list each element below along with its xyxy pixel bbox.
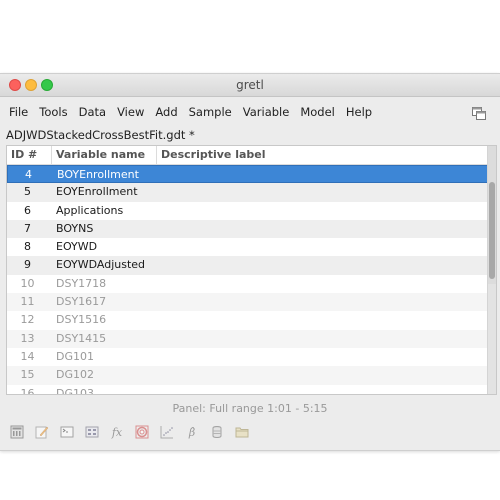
menu-add[interactable]: Add xyxy=(155,105,177,119)
variable-name: DG102 xyxy=(56,368,94,382)
dataset-filename: ADJWDStackedCrossBestFit.gdt * xyxy=(6,128,195,142)
database-icon[interactable] xyxy=(209,424,225,440)
sample-range-status: Panel: Full range 1:01 - 5:15 xyxy=(172,402,328,415)
variable-name: EOYEnrollment xyxy=(56,185,138,199)
table-row[interactable]: 13 DSY1415 xyxy=(7,329,488,348)
table-row[interactable]: 10 DSY1718 xyxy=(7,274,488,294)
menu-file[interactable]: File xyxy=(9,105,28,119)
menu-model[interactable]: Model xyxy=(300,105,335,119)
menu-sample[interactable]: Sample xyxy=(189,105,232,119)
calculator-icon[interactable] xyxy=(9,424,25,440)
variable-id: 11 xyxy=(20,295,35,309)
table-row[interactable]: 6 Applications xyxy=(7,201,488,220)
table-header: ID # Variable name Descriptive label xyxy=(7,146,496,165)
table-row[interactable]: 7 BOYNS xyxy=(7,219,488,239)
variable-name: DSY1516 xyxy=(56,313,107,327)
variable-id: 9 xyxy=(24,258,31,272)
column-header-descriptive-label[interactable]: Descriptive label xyxy=(157,146,496,164)
menu-bar: File Tools Data View Add Sample Variable… xyxy=(0,97,500,127)
variable-name: BOYEnrollment xyxy=(57,168,139,181)
variable-name: BOYNS xyxy=(56,221,94,235)
variable-id: 10 xyxy=(20,276,35,290)
variable-id: 5 xyxy=(24,185,31,199)
variable-name: Applications xyxy=(56,203,124,217)
windows-list-icon[interactable] xyxy=(472,105,486,120)
table-row[interactable]: 9 EOYWDAdjusted xyxy=(7,256,488,275)
variable-name: DSY1718 xyxy=(56,276,107,290)
variable-name: DG103 xyxy=(56,386,94,395)
table-row[interactable]: 4 BOYEnrollment xyxy=(7,165,488,184)
table-row[interactable]: 11 DSY1617 xyxy=(7,293,488,312)
scatter-plot-icon[interactable] xyxy=(159,424,175,440)
table-row[interactable]: 12 DSY1516 xyxy=(7,311,488,330)
beta-hat-icon[interactable]: β̂ xyxy=(184,424,200,440)
menu-tools[interactable]: Tools xyxy=(39,105,67,119)
window-title: gretl xyxy=(236,78,264,92)
variable-id: 13 xyxy=(20,331,35,345)
variable-name: DSY1617 xyxy=(56,295,107,309)
table-row[interactable]: 15 DG102 xyxy=(7,366,488,385)
menu-help[interactable]: Help xyxy=(346,105,372,119)
variable-id: 4 xyxy=(25,168,32,181)
variable-id: 6 xyxy=(24,203,31,217)
gretl-main-window: gretl File Tools Data View Add Sample Va… xyxy=(0,73,500,451)
column-header-variable-name[interactable]: Variable name xyxy=(52,146,157,164)
menu-variable[interactable]: Variable xyxy=(243,105,290,119)
variable-name: EOYWD xyxy=(56,240,98,254)
variable-id: 15 xyxy=(20,368,35,382)
table-row[interactable]: 14 DG101 xyxy=(7,347,488,367)
table-row[interactable]: 16 DG103 xyxy=(7,384,488,395)
column-header-id[interactable]: ID # xyxy=(7,146,52,164)
variable-name: EOYWDAdjusted xyxy=(56,258,146,272)
help-icon[interactable] xyxy=(134,424,150,440)
table-body: 4 BOYEnrollment 5 EOYEnrollment 6 Application… xyxy=(7,165,496,395)
terminal-icon[interactable] xyxy=(59,424,75,440)
scrollbar-thumb[interactable] xyxy=(489,182,495,279)
edit-icon[interactable] xyxy=(34,424,50,440)
variables-table: ID # Variable name Descriptive label 4 BO… xyxy=(6,145,497,395)
title-bar: gretl xyxy=(0,74,500,97)
variable-name: DG101 xyxy=(56,349,94,363)
menu-view[interactable]: View xyxy=(117,105,144,119)
function-icon[interactable]: fx xyxy=(109,424,125,440)
table-row[interactable]: 5 EOYEnrollment xyxy=(7,183,488,202)
variable-id: 8 xyxy=(24,240,31,254)
variable-id: 14 xyxy=(20,349,35,363)
variable-id: 12 xyxy=(20,313,35,327)
menu-data[interactable]: Data xyxy=(79,105,106,119)
session-icon[interactable] xyxy=(84,424,100,440)
variable-id: 16 xyxy=(20,386,35,395)
variable-name: DSY1415 xyxy=(56,331,107,345)
bottom-toolbar: fx β̂ xyxy=(9,424,250,440)
folder-icon[interactable] xyxy=(234,424,250,440)
table-row[interactable]: 8 EOYWD xyxy=(7,238,488,257)
vertical-scrollbar[interactable] xyxy=(487,146,496,394)
variable-id: 7 xyxy=(24,221,31,235)
